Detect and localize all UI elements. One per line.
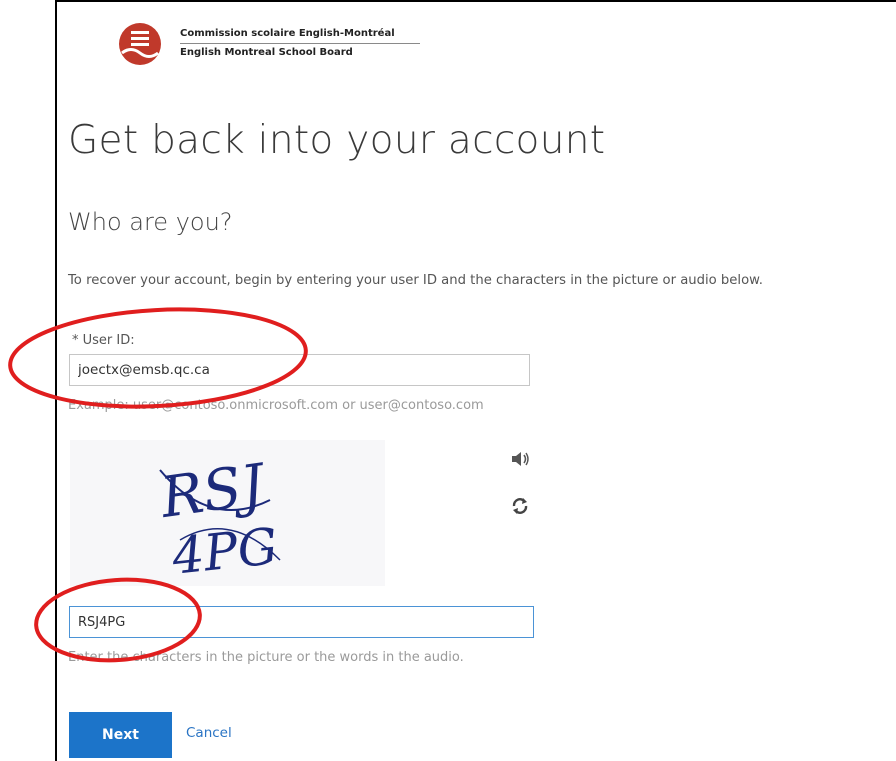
- logo-divider: [180, 43, 420, 44]
- captcha-hint: Enter the characters in the picture or t…: [68, 650, 464, 665]
- cancel-link[interactable]: Cancel: [186, 725, 232, 741]
- instructions-text: To recover your account, begin by enteri…: [68, 273, 763, 288]
- captcha-input[interactable]: [69, 606, 534, 638]
- speaker-icon[interactable]: [510, 450, 530, 468]
- emsb-logo-icon: [119, 23, 161, 65]
- captcha-line-2: 4PG: [168, 517, 280, 586]
- captcha-image: RSJ 4PG: [70, 440, 385, 586]
- frame-left-border: [55, 0, 57, 761]
- org-logo: Commission scolaire English-Montréal Eng…: [118, 22, 420, 68]
- org-name-english: English Montreal School Board: [180, 47, 353, 58]
- refresh-icon[interactable]: [510, 496, 530, 516]
- user-id-label: * User ID:: [72, 333, 135, 348]
- next-button[interactable]: Next: [69, 712, 172, 758]
- user-id-input[interactable]: [69, 354, 530, 386]
- frame-top-border: [55, 0, 896, 2]
- user-id-example-hint: Example: user@contoso.onmicrosoft.com or…: [68, 398, 484, 413]
- page-title: Get back into your account: [68, 118, 606, 163]
- page-subtitle: Who are you?: [68, 208, 233, 236]
- org-name-french: Commission scolaire English-Montréal: [180, 28, 395, 39]
- captcha-graphic: RSJ 4PG: [156, 452, 281, 586]
